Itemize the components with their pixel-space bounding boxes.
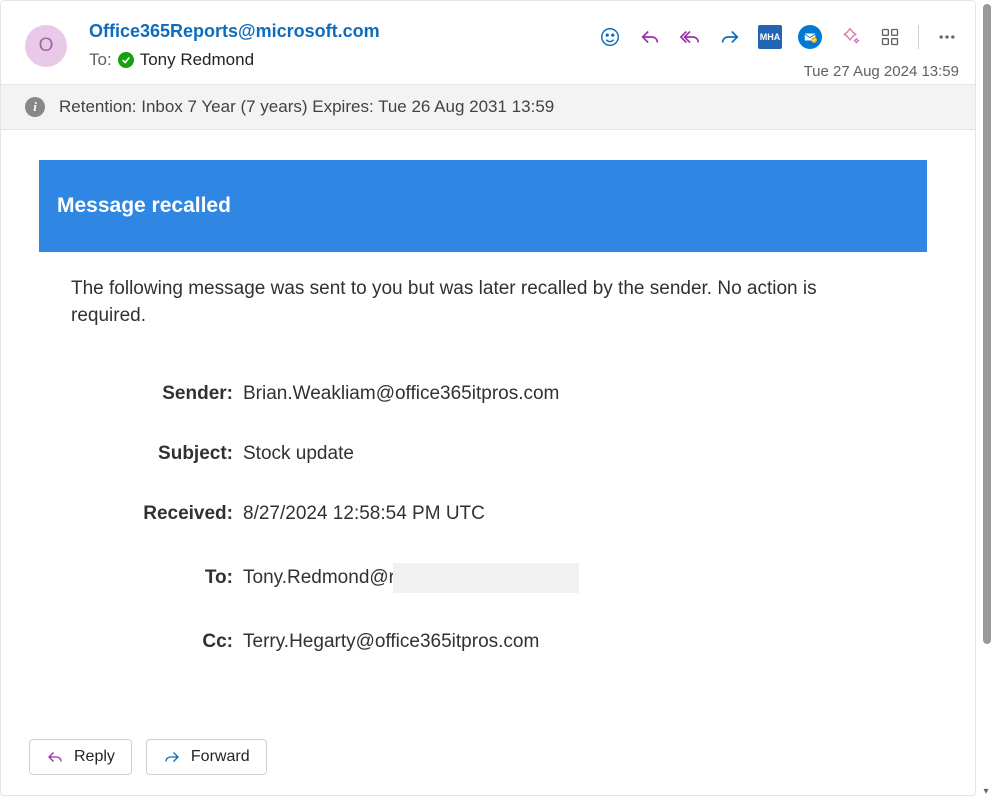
reply-all-icon[interactable]: [678, 25, 702, 49]
retention-text: Retention: Inbox 7 Year (7 years) Expire…: [59, 97, 554, 117]
scrollbar[interactable]: [980, 2, 994, 798]
toolbar-divider: [918, 25, 919, 49]
recall-intro-text: The following message was sent to you bu…: [71, 276, 895, 329]
recall-banner-title: Message recalled: [39, 160, 927, 252]
verified-icon: [118, 52, 134, 68]
detail-value: 8/27/2024 12:58:54 PM UTC: [243, 503, 895, 525]
detail-label: Received:: [71, 503, 243, 525]
forward-icon[interactable]: [718, 25, 742, 49]
to-label: To:: [89, 50, 112, 70]
table-row: Subject: Stock update: [71, 443, 895, 465]
email-header: O Office365Reports@microsoft.com To: Ton…: [1, 1, 975, 78]
detail-value: Terry.Hegarty@office365itpros.com: [243, 631, 895, 653]
reply-icon[interactable]: [638, 25, 662, 49]
email-body: Message recalled The following message w…: [1, 130, 975, 723]
scroll-down-arrow[interactable]: ▾: [980, 786, 992, 798]
apps-icon[interactable]: [878, 25, 902, 49]
detail-label: Sender:: [71, 383, 243, 405]
table-row: Received: 8/27/2024 12:58:54 PM UTC: [71, 503, 895, 525]
forward-icon: [163, 748, 181, 766]
detail-value: Tony.Redmond@r: [243, 563, 895, 593]
copilot-icon[interactable]: [838, 25, 862, 49]
header-actions: MHA: [598, 25, 959, 49]
detail-value: Stock update: [243, 443, 895, 465]
detail-label: To:: [71, 567, 243, 589]
email-timestamp: Tue 27 Aug 2024 13:59: [804, 63, 959, 80]
info-icon: i: [25, 97, 45, 117]
footer-actions: Reply Forward: [1, 723, 975, 791]
reply-button[interactable]: Reply: [29, 739, 132, 775]
recall-details-table: Sender: Brian.Weakliam@office365itpros.c…: [71, 383, 895, 653]
table-row: Cc: Terry.Hegarty@office365itpros.com: [71, 631, 895, 653]
redacted-block: [393, 563, 579, 593]
retention-bar: i Retention: Inbox 7 Year (7 years) Expi…: [1, 84, 975, 130]
emoji-icon[interactable]: [598, 25, 622, 49]
mha-addin-icon[interactable]: MHA: [758, 25, 782, 49]
detail-label: Cc:: [71, 631, 243, 653]
reply-button-label: Reply: [74, 748, 115, 766]
detail-label: Subject:: [71, 443, 243, 465]
more-actions-icon[interactable]: [935, 25, 959, 49]
to-recipient[interactable]: Tony Redmond: [140, 50, 254, 70]
avatar: O: [25, 25, 67, 67]
detail-value: Brian.Weakliam@office365itpros.com: [243, 383, 895, 405]
mail-addin-icon[interactable]: [798, 25, 822, 49]
reply-icon: [46, 748, 64, 766]
forward-button-label: Forward: [191, 748, 250, 766]
table-row: To: Tony.Redmond@r: [71, 563, 895, 593]
scrollbar-thumb[interactable]: [983, 4, 991, 644]
recall-body: The following message was sent to you bu…: [39, 252, 927, 693]
forward-button[interactable]: Forward: [146, 739, 267, 775]
email-reading-pane: O Office365Reports@microsoft.com To: Ton…: [0, 0, 976, 796]
recall-card: Message recalled The following message w…: [39, 160, 927, 693]
table-row: Sender: Brian.Weakliam@office365itpros.c…: [71, 383, 895, 405]
